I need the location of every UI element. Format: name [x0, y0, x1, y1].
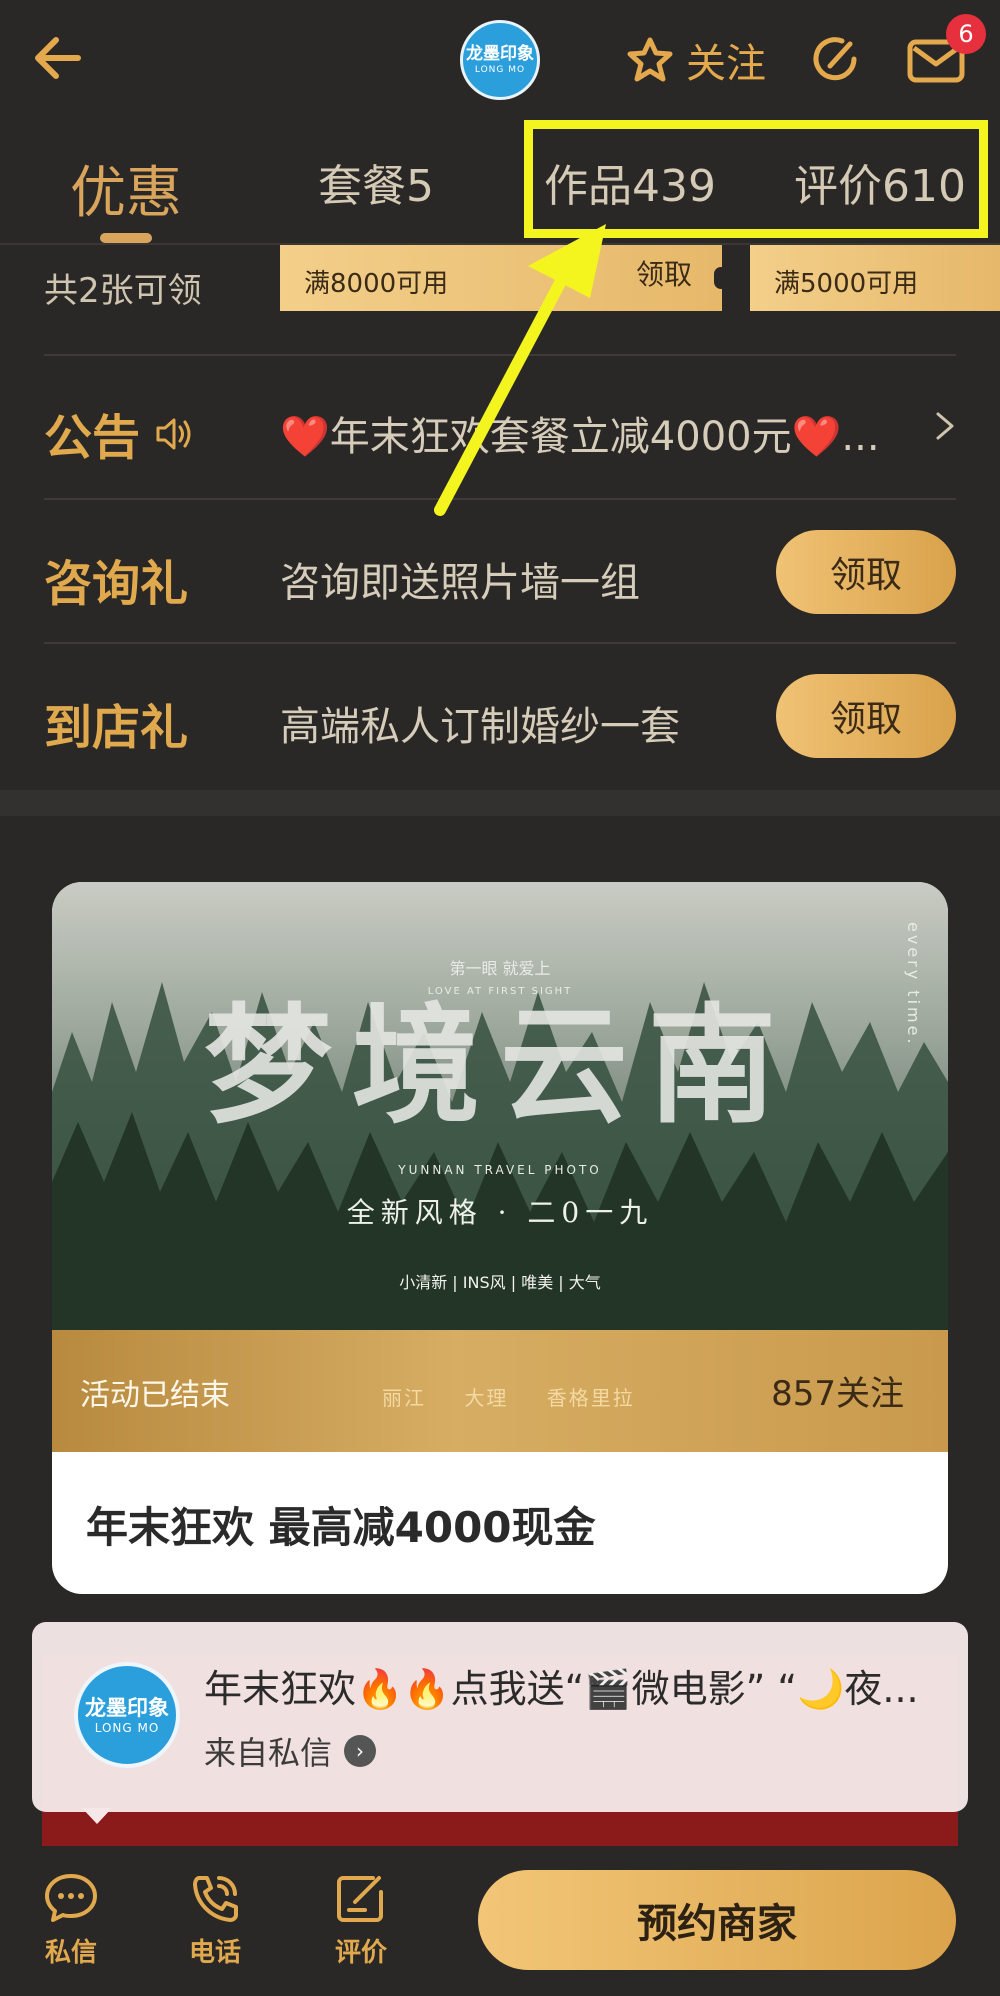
store-gift-label: 到店礼: [44, 700, 189, 756]
chat-label: 私信: [44, 1938, 97, 1968]
share-button[interactable]: [806, 30, 864, 88]
coupon-condition: 满5000可用: [774, 269, 919, 299]
share-icon: [813, 37, 857, 81]
review-button[interactable]: 评价: [316, 1872, 406, 1969]
message-source-label: 来自私信: [204, 1734, 333, 1772]
poster-side-text: every time.: [904, 922, 923, 1047]
consult-gift-claim-button[interactable]: 领取: [776, 530, 956, 614]
phone-label: 电话: [188, 1938, 241, 1968]
avatar-text: 龙墨印象: [85, 1696, 169, 1720]
activity-card[interactable]: 第一眼 就爱上 LOVE AT FIRST SIGHT 梦境云南 YUNNAN …: [52, 882, 948, 1594]
poster-places: 丽江 大理 香格里拉: [382, 1386, 635, 1410]
follow-label: 关注: [686, 41, 766, 87]
back-arrow-icon: [35, 37, 81, 79]
coupon-card[interactable]: 满5000可用: [750, 245, 1000, 311]
chat-bubble-icon: [45, 1874, 97, 1922]
activity-poster: 第一眼 就爱上 LOVE AT FIRST SIGHT 梦境云南 YUNNAN …: [52, 882, 948, 1330]
avatar: 龙墨印象 LONG MO: [74, 1662, 180, 1768]
message-popup[interactable]: 龙墨印象 LONG MO 年末狂欢🔥🔥点我送“🎬微电影” “🌙夜... 来自私信…: [32, 1622, 968, 1812]
highlight-arrow: [434, 224, 606, 516]
consult-gift-text: 咨询即送照片墙一组: [280, 560, 640, 606]
coupon-count: 共2张可领: [44, 271, 202, 311]
message-text: 年末狂欢🔥🔥点我送“🎬微电影” “🌙夜...: [204, 1667, 919, 1711]
activity-follow-count: 857关注: [771, 1374, 904, 1414]
follow-button[interactable]: 关注: [624, 28, 766, 92]
tab-packages[interactable]: 套餐5: [318, 150, 434, 214]
activity-status: 活动已结束: [80, 1378, 230, 1413]
section-gap: [0, 790, 1000, 816]
phone-icon: [193, 1876, 238, 1922]
chevron-right-icon: [936, 412, 954, 440]
notice-label: 公告: [44, 410, 141, 466]
unread-badge: 6: [946, 14, 986, 54]
activity-info-strip: 活动已结束 丽江 大理 香格里拉 857关注: [52, 1330, 948, 1452]
activity-title: 年末狂欢 最高减4000现金: [86, 1503, 596, 1552]
bottom-action-bar: 私信 电话 评价 预约商家: [0, 1848, 1000, 1996]
tab-offers[interactable]: 优惠: [70, 148, 182, 229]
book-merchant-button[interactable]: 预约商家: [478, 1870, 956, 1970]
store-gift-text: 高端私人订制婚纱一套: [280, 704, 680, 750]
speaker-icon: [156, 418, 191, 450]
star-icon: [627, 37, 673, 82]
message-source[interactable]: 来自私信 ›: [204, 1728, 377, 1774]
poster-tags: 小清新 | INS风 | 唯美 | 大气: [399, 1273, 601, 1292]
store-gift-row: 到店礼 高端私人订制婚纱一套 领取: [0, 666, 1000, 766]
poster-small-title: 第一眼 就爱上: [449, 959, 550, 978]
store-gift-claim-button[interactable]: 领取: [776, 674, 956, 758]
logo-text: 龙墨印象: [466, 44, 534, 64]
merchant-logo: 龙墨印象 LONG MO: [460, 20, 540, 100]
poster-subtitle-en: YUNNAN TRAVEL PHOTO: [397, 1163, 601, 1177]
top-bar: 龙墨印象 LONG MO 关注 6: [0, 0, 1000, 120]
avatar-subtext: LONG MO: [94, 1721, 160, 1735]
coupon-notch: [714, 267, 728, 289]
popup-tail: [82, 1808, 112, 1824]
review-label: 评价: [334, 1938, 387, 1968]
consult-gift-row: 咨询礼 咨询即送照片墙一组 领取: [0, 522, 1000, 622]
coupon-claim-button[interactable]: 领取: [636, 253, 692, 293]
logo-subtext: LONG MO: [474, 65, 526, 75]
poster-tagline: 全新风格 · 二0一九: [347, 1196, 654, 1229]
phone-button[interactable]: 电话: [170, 1872, 260, 1969]
consult-gift-label: 咨询礼: [44, 556, 189, 612]
back-button[interactable]: [28, 28, 88, 88]
edit-icon: [337, 1876, 383, 1922]
active-tab-indicator: [100, 233, 152, 243]
poster-main-title: 梦境云南: [204, 992, 796, 1141]
chat-button[interactable]: 私信: [26, 1872, 116, 1969]
divider: [44, 642, 956, 644]
chevron-right-icon: ›: [344, 1735, 377, 1767]
